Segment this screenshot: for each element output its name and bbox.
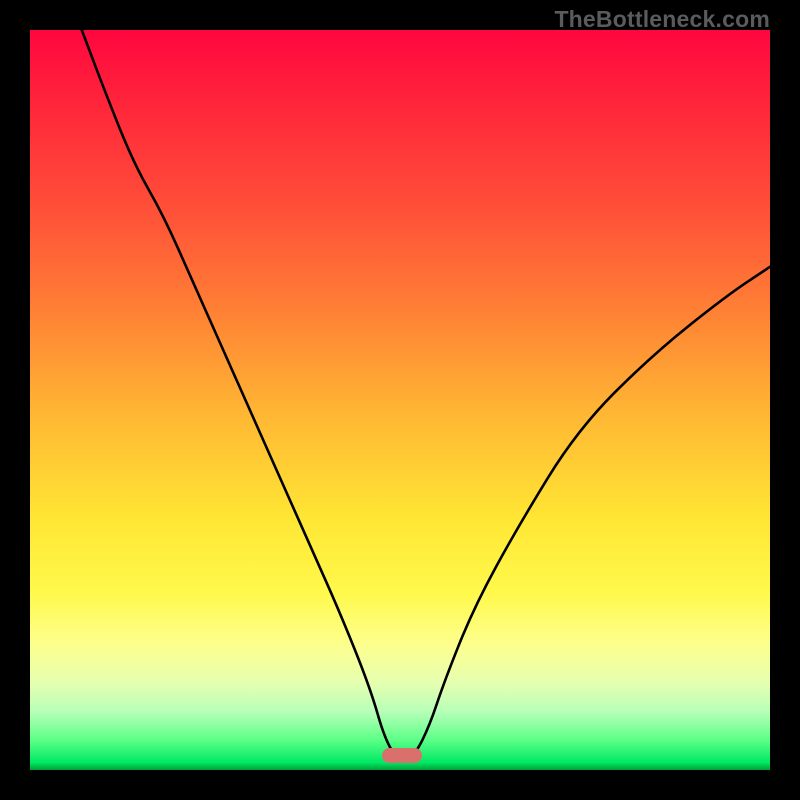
chart-frame: TheBottleneck.com (0, 0, 800, 800)
watermark-text: TheBottleneck.com (554, 6, 770, 33)
bottleneck-curve (82, 30, 770, 760)
optimal-marker (382, 748, 423, 763)
plot-area (30, 30, 770, 770)
curve-layer (30, 30, 770, 770)
